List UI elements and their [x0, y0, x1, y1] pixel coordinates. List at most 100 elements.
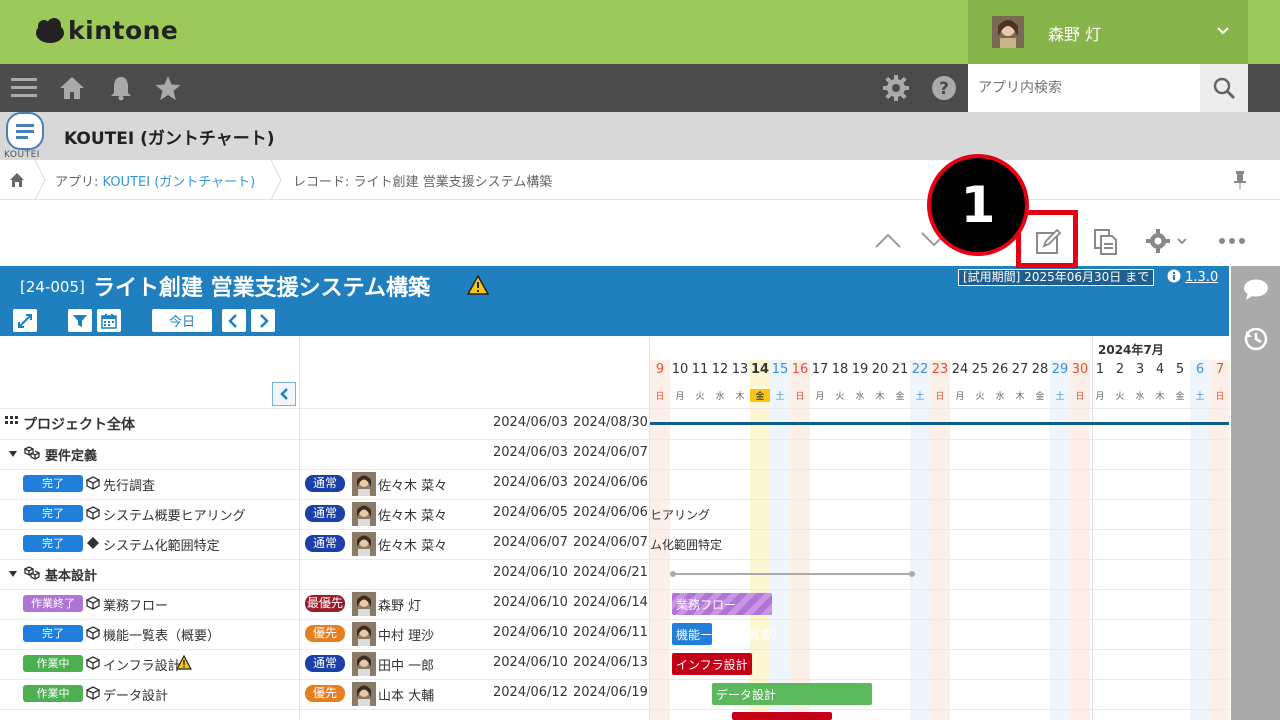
more-options-icon[interactable]	[1218, 236, 1246, 246]
weekday-label: 火	[835, 392, 845, 402]
search-icon	[1213, 77, 1236, 100]
search-button[interactable]	[1200, 64, 1248, 112]
day-number: 16	[791, 362, 809, 377]
day-column	[1150, 360, 1170, 720]
star-icon[interactable]	[154, 74, 182, 102]
menu-icon[interactable]	[10, 74, 38, 102]
gantt-bar-label: 機能一覧表（概要）	[676, 628, 785, 642]
collapse-triangle-icon[interactable]	[8, 448, 18, 463]
status-badge: 完了	[23, 625, 83, 642]
record-title: ライト創建 営業支援システム構築	[93, 276, 431, 301]
app-icon[interactable]	[6, 112, 44, 150]
gantt-bar-label: ム化範囲特定	[650, 538, 723, 552]
weekday-label: 土	[775, 392, 785, 402]
weekday-label: 水	[715, 392, 725, 402]
status-badge: 作業中	[23, 685, 83, 702]
record-settings-gear-icon[interactable]	[1145, 228, 1173, 254]
assignee-avatar	[352, 592, 376, 616]
version-info[interactable]: 1.3.0	[1167, 269, 1218, 285]
record-id: [24-005]	[20, 278, 85, 296]
arrow-right-icon	[260, 313, 269, 328]
scroll-right-button[interactable]	[251, 309, 275, 332]
expand-button[interactable]	[13, 309, 37, 332]
end-date: 2024/06/07	[573, 445, 648, 460]
task-cube-icon	[85, 596, 101, 614]
weekday-label: 日	[935, 392, 945, 402]
group-end-dot	[909, 571, 915, 577]
breadcrumb-app-link[interactable]: KOUTEI (ガントチャート)	[103, 175, 256, 190]
task-name: 機能一覧表（概要）	[103, 629, 221, 644]
pin-icon[interactable]	[1232, 170, 1248, 190]
day-number: 18	[831, 362, 849, 377]
expand-icon	[18, 313, 32, 328]
day-number: 6	[1195, 362, 1205, 377]
calendar-icon	[101, 313, 117, 329]
row-divider	[0, 469, 1229, 470]
collapse-triangle-icon[interactable]	[8, 568, 18, 583]
day-column	[1010, 360, 1030, 720]
trial-notice: [試用期間] 2025年06月30日 まで	[958, 269, 1155, 286]
breadcrumb-home-icon[interactable]	[9, 172, 25, 188]
gantt-bar-label: ヒアリング	[650, 508, 711, 522]
milestone-diamond-icon	[86, 536, 100, 554]
comments-button[interactable]	[1231, 268, 1280, 312]
brand-name: kintone	[68, 16, 179, 45]
day-column	[930, 360, 950, 720]
day-number: 29	[1051, 362, 1069, 377]
task-cube-icon	[85, 476, 101, 494]
priority-badge: 通常	[305, 535, 345, 552]
project-name: プロジェクト全体	[23, 417, 135, 433]
weekday-label: 土	[1055, 392, 1065, 402]
day-number: 9	[655, 362, 665, 377]
assignee-avatar	[352, 502, 376, 526]
user-menu[interactable]: 森野 灯	[968, 0, 1248, 64]
collapse-columns-button[interactable]	[272, 382, 296, 406]
assignee-name: 佐々木 菜々	[378, 509, 448, 524]
day-number: 21	[891, 362, 909, 377]
status-badge: 作業中	[23, 655, 83, 672]
comment-icon	[1244, 279, 1268, 300]
kintone-logo[interactable]: kintone	[34, 16, 178, 45]
info-icon	[1167, 269, 1181, 283]
filter-button[interactable]	[68, 309, 92, 332]
app-search-input[interactable]	[968, 64, 1200, 112]
duplicate-record-icon[interactable]	[1092, 228, 1118, 256]
end-date: 2024/06/07	[573, 535, 648, 550]
day-column	[850, 360, 870, 720]
task-name: 業務フロー	[103, 599, 169, 614]
end-date: 2024/06/06	[573, 475, 648, 490]
priority-badge: 最優先	[305, 595, 345, 612]
scroll-left-button[interactable]	[222, 309, 246, 332]
day-column	[970, 360, 990, 720]
gantt-task-bar[interactable]	[732, 712, 832, 720]
bell-icon[interactable]	[107, 74, 135, 102]
start-date: 2024/06/03	[493, 475, 568, 490]
day-number: 24	[951, 362, 969, 377]
home-icon[interactable]	[58, 74, 86, 102]
weekday-label: 木	[1155, 392, 1165, 402]
assignee-name: 佐々木 菜々	[378, 539, 448, 554]
settings-gear-icon[interactable]	[882, 74, 910, 102]
weekday-label: 水	[1135, 392, 1145, 402]
start-date: 2024/06/10	[493, 625, 568, 640]
start-date: 2024/06/12	[493, 685, 568, 700]
task-name: 先行調査	[103, 479, 156, 494]
grid-icon	[5, 415, 19, 433]
weekday-label: 土	[1195, 392, 1205, 402]
history-button[interactable]	[1231, 316, 1280, 360]
day-number: 27	[1011, 362, 1029, 377]
day-number: 4	[1155, 362, 1165, 377]
weekday-label: 火	[1115, 392, 1125, 402]
end-date: 2024/06/21	[573, 565, 648, 580]
previous-record-icon[interactable]	[874, 231, 902, 249]
day-number: 22	[911, 362, 929, 377]
today-button[interactable]: 今日	[152, 309, 212, 332]
weekday-label: 木	[875, 392, 885, 402]
calendar-button[interactable]	[97, 309, 121, 332]
day-number: 25	[971, 362, 989, 377]
day-number: 3	[1135, 362, 1145, 377]
help-icon[interactable]: ?	[930, 74, 958, 102]
gear-dropdown-chevron-icon[interactable]	[1176, 236, 1188, 246]
day-column	[750, 360, 770, 720]
priority-badge: 優先	[305, 625, 345, 642]
